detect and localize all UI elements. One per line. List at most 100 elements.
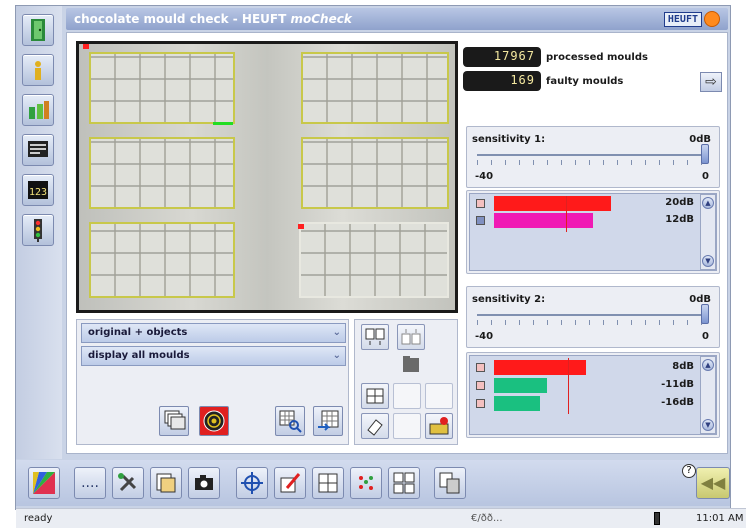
view-options-panel: original + objects ⌄ display all moulds … [76, 319, 349, 445]
list-item[interactable]: -11dB [474, 378, 698, 393]
empty-slot [393, 413, 421, 439]
align-bottom-icon[interactable] [397, 324, 425, 350]
sensitivity2-min: -40 [475, 331, 494, 342]
network-status: €/ðð... [471, 513, 503, 524]
list-item[interactable]: 20dB [474, 196, 698, 211]
left-sidebar: 123 [16, 6, 62, 459]
status-bar: ready €/ðð... 11:01 AM [16, 508, 746, 528]
sensitivity1-max: 0 [702, 171, 709, 182]
image-settings-icon[interactable] [150, 467, 182, 499]
sensitivity2-panel: sensitivity 2: 0dB -40 0 [466, 286, 720, 348]
eraser-icon[interactable] [361, 413, 389, 439]
faulty-counter: 169 [463, 71, 541, 91]
bar-value: 12dB [665, 214, 694, 225]
ok-marker [213, 122, 233, 125]
window-title: chocolate mould check - HEUFT moCheck [74, 12, 352, 26]
folder-icon[interactable] [397, 352, 425, 378]
copy-icon[interactable] [434, 467, 466, 499]
tools-icon[interactable] [112, 467, 144, 499]
more-button[interactable]: .... [74, 467, 106, 499]
target-button[interactable] [199, 406, 229, 436]
traffic-light-icon[interactable] [22, 214, 54, 246]
arrow-right-button[interactable]: ⇨ [700, 72, 722, 92]
svg-text:123: 123 [29, 187, 47, 198]
empty-slot [425, 383, 453, 409]
align-top-icon[interactable] [361, 324, 389, 350]
checkbox[interactable] [476, 199, 485, 208]
window-title-italic: moCheck [290, 12, 352, 26]
sensitivity1-panel: sensitivity 1: 0dB -40 0 [466, 126, 720, 188]
sensitivity2-track [477, 314, 707, 316]
list-item[interactable]: -16dB [474, 396, 698, 411]
threshold-line [568, 358, 569, 414]
scroll-down-icon[interactable]: ▼ [702, 419, 714, 431]
checkbox[interactable] [476, 399, 485, 408]
exit-door-icon[interactable] [22, 14, 54, 46]
scroll-down-icon[interactable]: ▼ [702, 255, 714, 267]
checkbox[interactable] [476, 216, 485, 225]
sensitivity1-bar [494, 196, 611, 211]
counter-icon[interactable]: 123 [22, 174, 54, 206]
mould-filter-value: display all moulds [88, 350, 190, 361]
sensitivity2-list-panel: 8dB -11dB -16dB ▲ ▼ [466, 352, 720, 438]
palette-icon[interactable] [28, 467, 60, 499]
help-icon[interactable]: ? [682, 464, 696, 478]
mould-filter-select[interactable]: display all moulds ⌄ [81, 346, 346, 366]
sensitivity2-scrollbar[interactable]: ▲ ▼ [700, 356, 716, 434]
display-mode-value: original + objects [88, 327, 188, 338]
grid-icon[interactable] [312, 467, 344, 499]
sensitivity1-title: sensitivity 1: [472, 134, 546, 145]
display-mode-select[interactable]: original + objects ⌄ [81, 323, 346, 343]
info-icon[interactable] [22, 54, 54, 86]
empty-slot [393, 383, 421, 409]
bottles-icon[interactable] [22, 94, 54, 126]
grid-view-button[interactable] [361, 383, 389, 409]
sensitivity2-ticks [477, 320, 707, 325]
sensitivity1-track [477, 154, 707, 156]
scroll-up-icon[interactable]: ▲ [702, 359, 714, 371]
chevron-down-icon: ⌄ [332, 350, 341, 361]
sensitivity1-scrollbar[interactable]: ▲ ▼ [700, 194, 716, 270]
threshold-line [566, 196, 567, 232]
defect-marker [83, 44, 89, 49]
checkbox[interactable] [476, 381, 485, 390]
heuft-logo: HEUFT [663, 11, 720, 27]
layout-panel [354, 319, 458, 445]
clock: 11:01 AM [696, 513, 744, 524]
edit-icon[interactable] [274, 467, 306, 499]
mould-tray [89, 137, 235, 209]
back-button[interactable]: ◀◀ [696, 467, 730, 499]
title-bar: chocolate mould check - HEUFT moCheck HE… [66, 8, 728, 30]
chevron-down-icon: ⌄ [332, 327, 341, 338]
mould-add-icon[interactable] [425, 413, 453, 439]
camera-image[interactable] [76, 41, 458, 313]
image-stack-button[interactable] [159, 406, 189, 436]
processed-label: processed moulds [546, 52, 648, 63]
zoom-grid-button[interactable] [275, 406, 305, 436]
sensitivity2-slider-thumb[interactable] [701, 304, 709, 324]
list-item[interactable]: 12dB [474, 213, 698, 228]
dots-icon[interactable] [350, 467, 382, 499]
logo-text: HEUFT [663, 11, 702, 27]
scroll-up-icon[interactable]: ▲ [702, 197, 714, 209]
sensitivity2-list: 8dB -11dB -16dB [469, 355, 717, 435]
monitor-icon[interactable] [22, 134, 54, 166]
mould-tray [301, 52, 449, 124]
status-text: ready [24, 513, 53, 524]
mould-tray [89, 222, 235, 298]
sensitivity2-bar [494, 378, 547, 393]
faulty-label: faulty moulds [546, 76, 624, 87]
grid-return-button[interactable] [313, 406, 343, 436]
sensitivity1-slider-thumb[interactable] [701, 144, 709, 164]
crosshair-icon[interactable] [236, 467, 268, 499]
sensitivity1-list: 20dB 12dB [469, 193, 717, 271]
bottom-toolbar: .... ? ◀◀ [16, 460, 730, 506]
list-item[interactable]: 8dB [474, 360, 698, 375]
battery-icon [654, 512, 660, 525]
sensitivity1-list-panel: 20dB 12dB ▲ ▼ [466, 190, 720, 274]
mould-layout-icon[interactable] [388, 467, 420, 499]
sensitivity2-max: 0 [702, 331, 709, 342]
sensitivity2-bar [494, 360, 586, 375]
checkbox[interactable] [476, 363, 485, 372]
camera-icon[interactable] [188, 467, 220, 499]
